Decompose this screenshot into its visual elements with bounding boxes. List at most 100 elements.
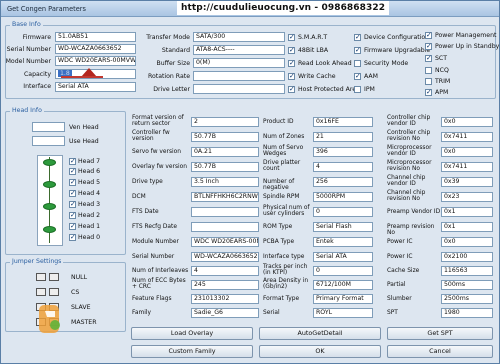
head6-checkbox[interactable] (69, 167, 76, 175)
params-a-field[interactable]: BTLNFFHKH6C2RNWF (191, 192, 259, 202)
capacity-label: Capacity (23, 71, 51, 78)
transfer-field[interactable]: SATA/300 (193, 32, 285, 42)
params-a-field[interactable]: 231013302 (191, 294, 259, 304)
rotation-field[interactable] (193, 71, 285, 81)
ven-head-field[interactable] (32, 122, 65, 132)
ipm-label: IPM (364, 86, 375, 93)
params-b-field[interactable]: 4 (313, 162, 373, 172)
ok-button[interactable]: OK (259, 345, 381, 358)
params-c-field[interactable]: 0x0 (441, 117, 493, 127)
serial-field[interactable]: WD-WCAZA0663652 (55, 44, 136, 54)
params-b-field[interactable]: 256 (313, 177, 373, 187)
smart-label: S.M.A.R.T (298, 34, 328, 41)
params-b-label: Serial (263, 310, 280, 316)
power-management-checkbox[interactable] (425, 31, 432, 39)
smart-checkbox[interactable] (288, 33, 295, 41)
apm-checkbox[interactable] (425, 88, 432, 96)
params-a-field[interactable] (191, 207, 259, 217)
standard-field[interactable]: ATA8-ACS---- (193, 45, 285, 55)
params-c-field[interactable]: 0x0 (441, 237, 493, 247)
params-c-field[interactable]: 2500ms (441, 294, 493, 304)
params-a-field[interactable]: 50.77B (191, 162, 259, 172)
security-mode-checkbox[interactable] (354, 60, 361, 67)
params-a-field[interactable]: 4 (191, 266, 259, 276)
params-c-label: Channel chip revision No (387, 190, 426, 203)
head7-checkbox[interactable] (69, 157, 76, 165)
params-c-label: Partial (387, 282, 406, 288)
params-a-field[interactable]: 3.5 Inch (191, 177, 259, 187)
params-c-field[interactable]: 0x39 (441, 177, 493, 187)
head2-checkbox[interactable] (69, 211, 76, 219)
head1-checkbox[interactable] (69, 222, 76, 230)
params-c-field[interactable]: 0x2100 (441, 252, 493, 262)
params-b-field[interactable]: Serial ATA (313, 252, 373, 262)
firmware-label: Firmware (22, 34, 51, 41)
interface-field[interactable]: Serial ATA (55, 82, 136, 92)
load-overlay-button[interactable]: Load Overlay (131, 327, 253, 340)
params-b-field[interactable]: 5000RPM (313, 192, 373, 202)
params-b-field[interactable]: 0 (313, 207, 373, 217)
params-c-field[interactable]: 116563 (441, 266, 493, 276)
head5-label: Head 5 (78, 179, 101, 186)
params-c-field[interactable]: 500ms (441, 280, 493, 290)
params-a-field[interactable]: 245 (191, 280, 259, 290)
params-c-field[interactable]: 0x23 (441, 192, 493, 202)
custom-family-button[interactable]: Custom Family (131, 345, 253, 358)
params-c-field[interactable]: 0x1 (441, 222, 493, 232)
params-b-field[interactable]: 6712/100M (313, 280, 373, 290)
device-config-checkbox[interactable] (354, 33, 361, 41)
params-a-field[interactable]: WDC WD20EARS-00MV (191, 237, 259, 247)
params-a-field[interactable]: 0A.21 (191, 147, 259, 157)
aam-checkbox[interactable] (354, 72, 361, 80)
drive-letter-field[interactable] (193, 84, 285, 94)
hpa-checkbox[interactable] (288, 85, 295, 93)
read-look-ahead-checkbox[interactable] (288, 59, 295, 67)
params-c-field[interactable]: 0x7411 (441, 132, 493, 142)
jumper-master-label: MASTER (71, 319, 97, 326)
sct-checkbox[interactable] (425, 54, 432, 62)
params-b-field[interactable]: 0x16FE (313, 117, 373, 127)
head3-checkbox[interactable] (69, 200, 76, 208)
write-cache-checkbox[interactable] (288, 72, 295, 80)
params-a-field[interactable]: Sadie_G6 (191, 308, 259, 318)
params-b-field[interactable]: ROYL (313, 308, 373, 318)
trim-label: TRIM (435, 78, 451, 85)
cancel-button[interactable]: Cancel (387, 345, 493, 358)
params-a-field[interactable]: 2 (191, 117, 259, 127)
params-c-field[interactable]: 0x0 (441, 147, 493, 157)
fw-upgradable-checkbox[interactable] (354, 46, 361, 54)
jumper-cs-pins[interactable] (36, 288, 46, 296)
params-b-field[interactable]: 0 (313, 266, 373, 276)
params-c-field[interactable]: 0x1 (441, 207, 493, 217)
ncq-checkbox[interactable] (425, 67, 432, 74)
jumper-null-pins[interactable] (49, 273, 59, 281)
buffer-field[interactable]: 0(M) (193, 58, 285, 68)
lba48-checkbox[interactable] (288, 46, 295, 54)
params-c-field[interactable]: 1980 (441, 308, 493, 318)
params-c-field[interactable]: 0x7411 (441, 162, 493, 172)
jumper-cs-pins[interactable] (49, 288, 59, 296)
jumper-null-pins[interactable] (36, 273, 46, 281)
capacity-highlight-mark (61, 68, 103, 78)
params-b-field[interactable]: Entek (313, 237, 373, 247)
head4-checkbox[interactable] (69, 189, 76, 197)
params-a-field[interactable] (191, 222, 259, 232)
get-spt-button[interactable]: Get SPT (387, 327, 493, 340)
sct-label: SCT (435, 55, 448, 62)
params-b-label: Num of Servo Wedges (263, 145, 304, 158)
params-b-field[interactable]: Serial Flash (313, 222, 373, 232)
head5-checkbox[interactable] (69, 178, 76, 186)
autoget-detail-button[interactable]: AutoGetDetail (259, 327, 381, 340)
params-b-field[interactable]: 21 (313, 132, 373, 142)
power-up-standby-checkbox[interactable] (425, 42, 432, 50)
standard-label: Standard (161, 47, 190, 54)
params-a-field[interactable]: WD-WCAZA0663652 (191, 252, 259, 262)
ipm-checkbox[interactable] (354, 86, 361, 93)
use-head-field[interactable] (32, 136, 65, 146)
params-b-field[interactable]: 396 (313, 147, 373, 157)
head0-checkbox[interactable] (69, 233, 76, 241)
params-a-field[interactable]: 50.77B (191, 132, 259, 142)
trim-checkbox[interactable] (425, 78, 432, 85)
params-b-field[interactable]: Primary Format (313, 294, 373, 304)
firmware-field[interactable]: 51.0AB51 (55, 32, 136, 42)
